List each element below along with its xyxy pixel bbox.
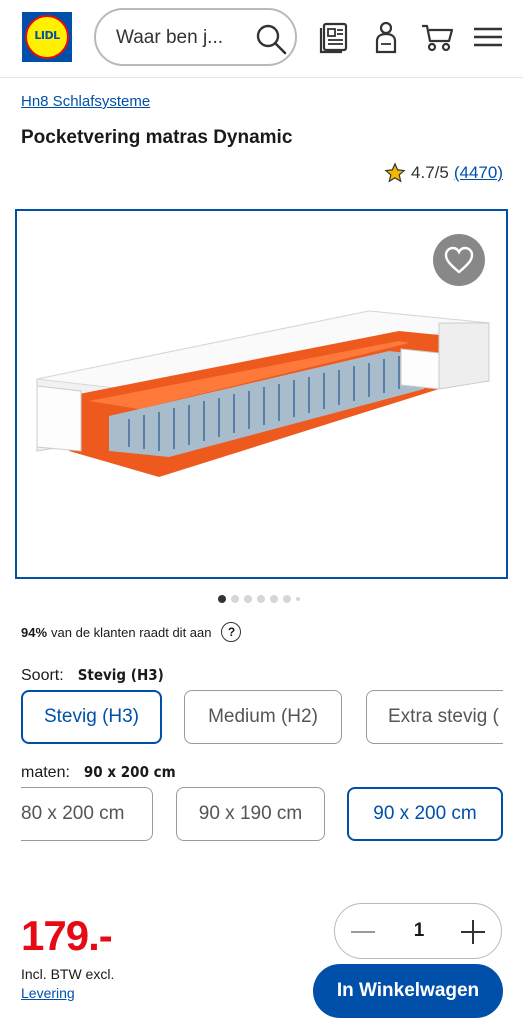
account-icon[interactable]: [369, 20, 403, 54]
size-row-label: maten: 90 x 200 cm: [21, 763, 176, 782]
menu-icon[interactable]: [471, 20, 505, 54]
carousel-dot[interactable]: [283, 595, 291, 603]
delivery-link[interactable]: Levering: [21, 985, 75, 1001]
carousel-dot[interactable]: [244, 595, 252, 603]
quantity-stepper: 1: [334, 903, 502, 959]
size-option-90x200[interactable]: 90 x 200 cm: [347, 787, 503, 841]
recommendation-text: van de klanten raadt dit aan: [51, 624, 212, 640]
carousel-dots: [218, 595, 300, 603]
recommendation: 94% van de klanten raadt dit aan ?: [21, 622, 242, 642]
type-value: Stevig (H3): [77, 666, 164, 684]
carousel-dot[interactable]: [231, 595, 239, 603]
type-option-medium[interactable]: Medium (H2): [184, 690, 342, 744]
header: LIDL: [0, 0, 523, 78]
carousel-dot[interactable]: [296, 597, 300, 601]
cart-icon[interactable]: [420, 20, 454, 54]
recommendation-percent: 94%: [21, 624, 48, 640]
help-icon[interactable]: ?: [221, 622, 242, 642]
heart-icon: [444, 246, 474, 274]
rating-value: 4.7/5: [411, 163, 449, 182]
price: 179.-: [21, 912, 113, 959]
quantity-value[interactable]: 1: [405, 920, 433, 942]
page-title: Pocketvering matras Dynamic: [21, 127, 293, 148]
minus-icon[interactable]: [349, 918, 377, 946]
favorite-button[interactable]: [433, 234, 485, 286]
type-option-extra-stevig[interactable]: Extra stevig (: [366, 690, 503, 744]
search-input[interactable]: [116, 24, 246, 52]
add-to-cart-button[interactable]: In Winkelwagen: [313, 964, 503, 1018]
search-bar[interactable]: [94, 8, 297, 66]
size-option-90x190[interactable]: 90 x 190 cm: [176, 787, 325, 841]
search-icon[interactable]: [254, 22, 288, 56]
rating: 4.7/5 (4470): [384, 162, 503, 184]
vat-note: Incl. BTW excl.: [21, 966, 115, 982]
brochure-icon[interactable]: [318, 20, 352, 54]
review-count-link[interactable]: (4470): [454, 163, 503, 183]
logo-text: LIDL: [34, 29, 60, 42]
type-option-stevig[interactable]: Stevig (H3): [21, 690, 162, 744]
breadcrumb[interactable]: Hn8 Schlafsysteme: [21, 93, 150, 110]
plus-icon[interactable]: [459, 918, 487, 946]
product-image-frame[interactable]: [15, 209, 508, 579]
type-label: Soort:: [21, 667, 64, 684]
carousel-dot[interactable]: [218, 595, 226, 603]
carousel-dot[interactable]: [270, 595, 278, 603]
star-icon: [384, 162, 406, 183]
carousel-dot[interactable]: [257, 595, 265, 603]
size-value: 90 x 200 cm: [83, 763, 176, 781]
size-label: maten:: [21, 764, 70, 781]
lidl-logo[interactable]: LIDL: [22, 12, 72, 62]
type-row-label: Soort: Stevig (H3): [21, 666, 164, 685]
size-option-80x200[interactable]: 80 x 200 cm: [21, 787, 153, 841]
mattress-image: [36, 310, 490, 477]
